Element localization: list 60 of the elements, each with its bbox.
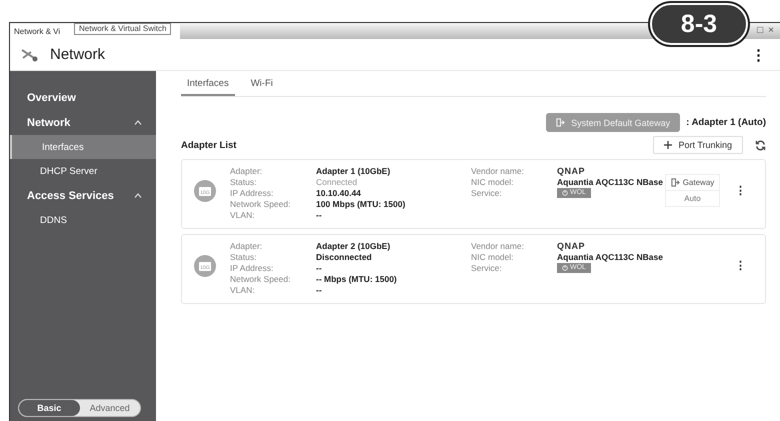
field-value: 10.10.40.44 [316, 188, 362, 199]
section-title: Adapter List [181, 140, 236, 150]
field-label: NIC model: [471, 252, 515, 263]
more-button[interactable]: ⋮ [735, 259, 746, 272]
field-label: NIC model: [471, 177, 515, 188]
field-label: Service: [471, 188, 503, 199]
field-label: Adapter: [230, 241, 264, 252]
field-value: 100 Mbps (MTU: 1500) [316, 199, 406, 210]
mode-option[interactable]: Advanced [80, 400, 140, 416]
network-icon [20, 48, 40, 62]
exit-icon [556, 118, 566, 127]
sidebar-item[interactable]: Overview [10, 85, 156, 110]
port-trunking-button[interactable]: Port Trunking [653, 136, 743, 154]
gateway-label: Gateway [670, 178, 714, 187]
callout-badge: 8-3 [650, 3, 748, 45]
plus-icon [664, 141, 672, 149]
sidebar-item[interactable]: DDNS [10, 208, 156, 232]
field-label: Network Speed: [230, 274, 292, 285]
field-value: Aquantia AQC113C NBase [557, 252, 664, 263]
field-label: Status: [230, 252, 258, 263]
field-label: IP Address: [230, 263, 274, 274]
field-label: Network Speed: [230, 199, 292, 210]
field-value: Adapter 2 (10GbE) [316, 241, 392, 252]
gateway-value: : Adapter 1 (Auto) [686, 117, 766, 128]
field-label: VLAN: [230, 285, 256, 296]
status-value: Connected [316, 177, 358, 188]
field-label: Service: [471, 263, 503, 274]
sidebar-item[interactable]: Network [10, 110, 156, 135]
tooltip: Network & Virtual Switch [74, 23, 172, 35]
vendor-logo: QNAP [557, 241, 586, 252]
exit-icon [670, 178, 680, 187]
maximize-button[interactable]: □ [757, 26, 764, 36]
field-value: -- [316, 210, 323, 221]
field-value: Aquantia AQC113C NBase [557, 177, 664, 188]
field-value: Adapter 1 (10GbE) [316, 166, 392, 177]
close-button[interactable]: × [768, 26, 774, 36]
mode-option[interactable]: Basic [19, 400, 80, 416]
status-value: Disconnected [316, 252, 373, 263]
field-value: -- [316, 285, 323, 296]
field-value: -- [316, 263, 323, 274]
tab[interactable]: Wi-Fi [244, 78, 279, 96]
gateway-mode: Auto [666, 190, 719, 203]
sidebar-item[interactable]: Interfaces [10, 135, 156, 159]
refresh-icon[interactable] [755, 140, 766, 150]
more-button[interactable]: ⋮ [735, 184, 746, 197]
field-label: VLAN: [230, 210, 256, 221]
field-label: IP Address: [230, 188, 274, 199]
field-label: Adapter: [230, 166, 264, 177]
field-label: Status: [230, 177, 258, 188]
sidebar-item[interactable]: Access Services [10, 183, 156, 208]
field-label: Vendor name: [471, 241, 525, 252]
sidebar-item[interactable]: DHCP Server [10, 159, 156, 183]
vendor-logo: QNAP [557, 166, 586, 177]
tab[interactable]: Interfaces [181, 78, 235, 96]
field-value: -- Mbps (MTU: 1500) [316, 274, 398, 285]
power-icon [562, 190, 568, 196]
power-icon [562, 265, 568, 271]
more-button[interactable]: ⋮ [747, 46, 770, 64]
app-title: Network [50, 46, 106, 63]
field-label: Vendor name: [471, 166, 525, 177]
